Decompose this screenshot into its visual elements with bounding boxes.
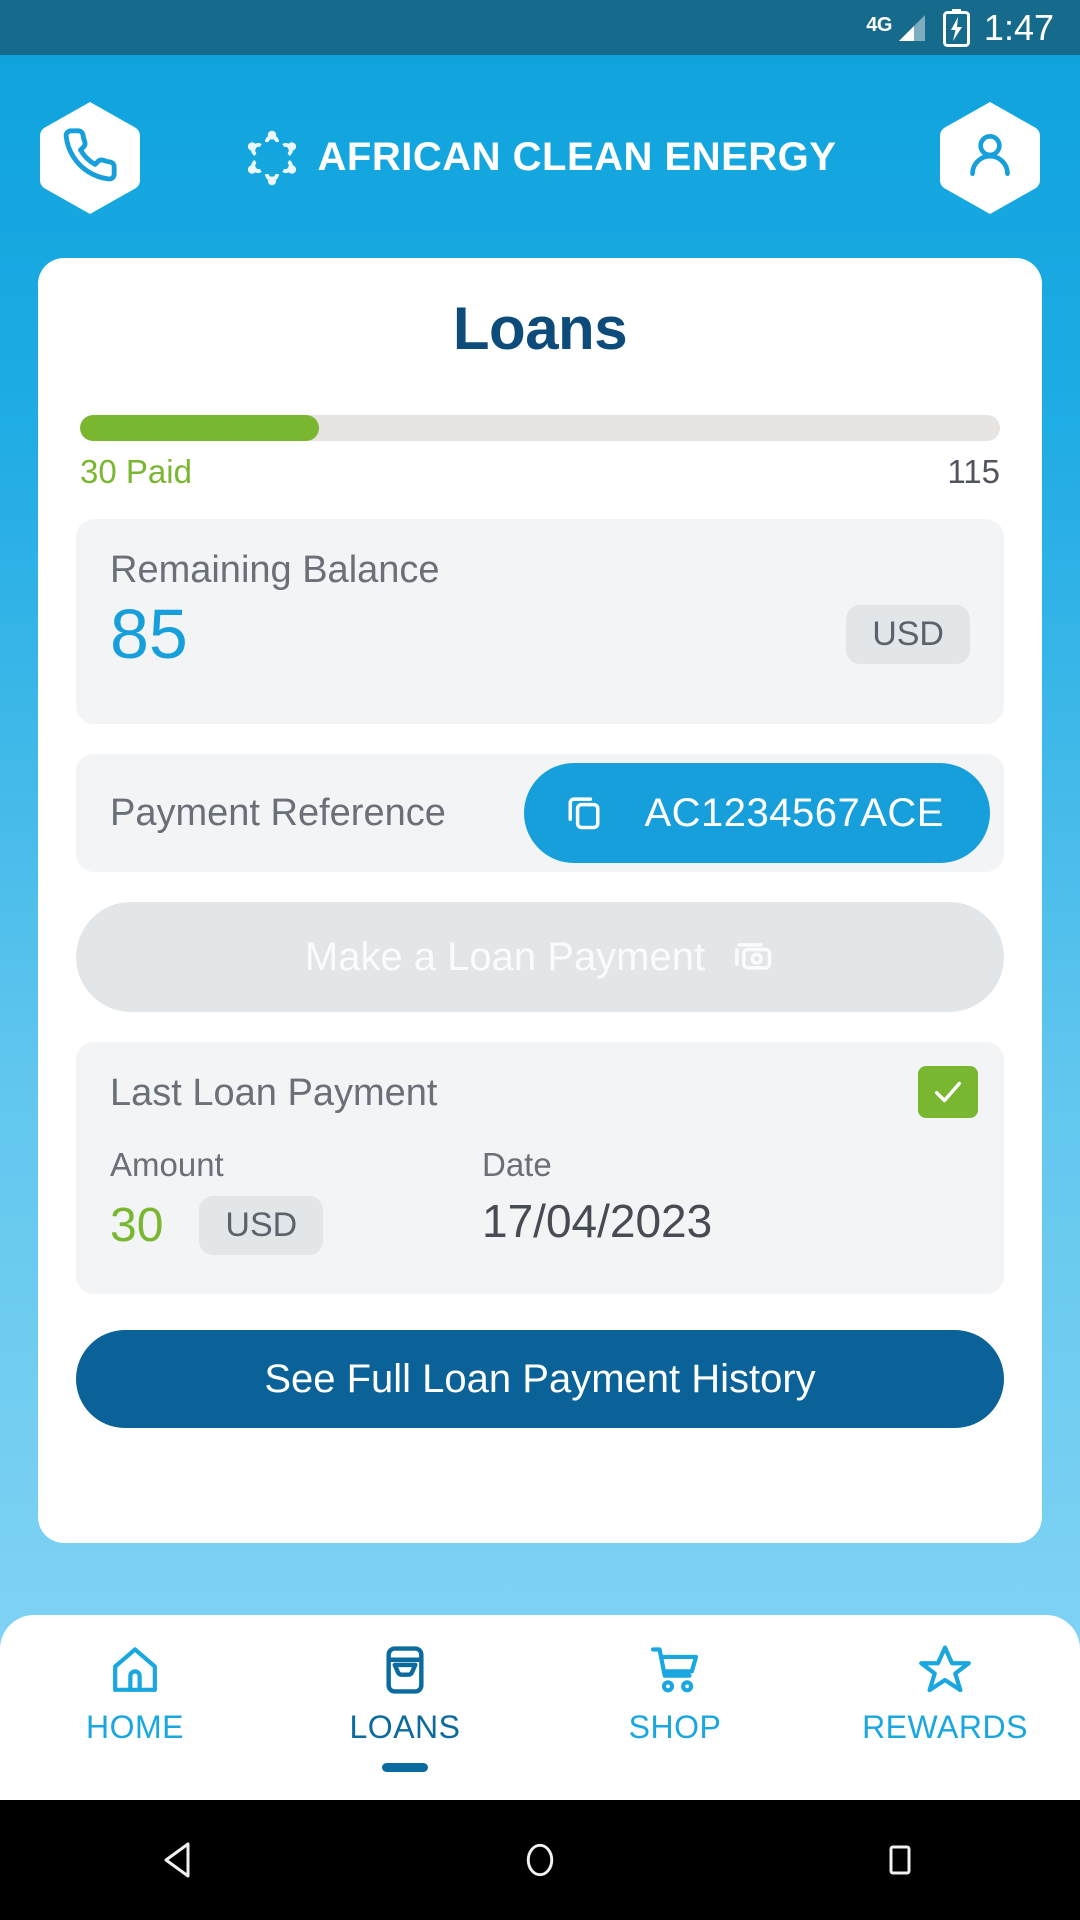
progress-track bbox=[80, 415, 1000, 441]
clock-label: 1:47 bbox=[983, 6, 1054, 48]
android-system-navigation bbox=[0, 1800, 1080, 1920]
nav-item-shop[interactable]: SHOP bbox=[540, 1639, 810, 1746]
date-label: Date bbox=[482, 1146, 552, 1183]
loans-card: Loans 30 Paid 115 Remaining Balance 85 U… bbox=[38, 258, 1042, 1543]
wallet-icon bbox=[377, 1639, 433, 1701]
see-full-loan-payment-history-label: See Full Loan Payment History bbox=[264, 1356, 816, 1401]
african-clean-energy-logo-icon bbox=[244, 130, 300, 186]
amount-currency-badge: USD bbox=[199, 1196, 324, 1255]
amount-column: Amount 30 USD bbox=[110, 1146, 482, 1255]
amount-row: 30 USD bbox=[110, 1196, 482, 1255]
payment-reference-label: Payment Reference bbox=[110, 791, 446, 834]
cart-icon bbox=[647, 1639, 703, 1701]
nav-item-home[interactable]: HOME bbox=[0, 1639, 270, 1746]
recents-square-icon[interactable] bbox=[840, 1800, 960, 1920]
check-icon bbox=[918, 1066, 978, 1118]
status-bar: 4G 1:47 bbox=[0, 0, 1080, 55]
see-full-loan-payment-history-button[interactable]: See Full Loan Payment History bbox=[76, 1330, 1004, 1428]
nav-label-shop: SHOP bbox=[628, 1709, 722, 1745]
home-circle-icon[interactable] bbox=[480, 1800, 600, 1920]
remaining-balance-panel: Remaining Balance 85 USD bbox=[76, 519, 1004, 724]
nav-label-loans: LOANS bbox=[349, 1709, 461, 1745]
page-title: Loans bbox=[452, 295, 628, 362]
profile-button[interactable] bbox=[938, 100, 1042, 216]
payment-reference-panel: Payment Reference AC1234567ACE bbox=[76, 754, 1004, 872]
remaining-balance-value: 85 bbox=[110, 595, 188, 673]
home-icon bbox=[107, 1639, 163, 1701]
network-status: 4G bbox=[866, 11, 929, 45]
bottom-navigation: HOME LOANS SHOP REWARDS bbox=[0, 1615, 1080, 1800]
progress-labels: 30 Paid 115 bbox=[80, 453, 1000, 491]
progress-total-label: 115 bbox=[947, 453, 1000, 490]
panels-container: Remaining Balance 85 USD Payment Referen… bbox=[76, 519, 1004, 1294]
call-support-button[interactable] bbox=[38, 100, 142, 216]
battery-charging-icon bbox=[942, 8, 970, 47]
nav-item-rewards[interactable]: REWARDS bbox=[810, 1639, 1080, 1746]
signal-bars-icon bbox=[895, 11, 929, 45]
nav-label-home: HOME bbox=[86, 1709, 184, 1745]
nav-label-rewards: REWARDS bbox=[862, 1709, 1028, 1745]
person-icon bbox=[962, 127, 1018, 188]
make-loan-payment-button[interactable]: Make a Loan Payment bbox=[76, 902, 1004, 1012]
banknote-icon bbox=[731, 933, 775, 982]
phone-screen: 4G 1:47 AFRICAN CLEAN ENERGY Loans 30 Pa… bbox=[0, 0, 1080, 1920]
network-type-label: 4G bbox=[866, 13, 892, 36]
copy-payment-reference-button[interactable]: AC1234567ACE bbox=[524, 763, 990, 863]
brand-logo: AFRICAN CLEAN ENERGY bbox=[244, 130, 837, 186]
loan-progress: 30 Paid 115 bbox=[80, 415, 1000, 491]
date-value: 17/04/2023 bbox=[482, 1195, 713, 1247]
star-icon bbox=[917, 1639, 973, 1701]
remaining-balance-currency-badge: USD bbox=[846, 605, 970, 664]
back-triangle-icon[interactable] bbox=[120, 1800, 240, 1920]
active-tab-indicator bbox=[382, 1763, 428, 1772]
date-column: Date 17/04/2023 bbox=[482, 1146, 712, 1255]
phone-icon bbox=[61, 126, 119, 189]
remaining-balance-label: Remaining Balance bbox=[110, 549, 440, 591]
brand-name-label: AFRICAN CLEAN ENERGY bbox=[317, 135, 837, 179]
last-loan-payment-title: Last Loan Payment bbox=[110, 1072, 438, 1114]
progress-fill bbox=[80, 415, 320, 441]
progress-paid-label: 30 Paid bbox=[80, 453, 192, 490]
last-loan-payment-panel: Last Loan Payment Amount 30 USD Date 17/… bbox=[76, 1042, 1004, 1294]
amount-label: Amount bbox=[110, 1146, 224, 1183]
remaining-balance-row: 85 USD bbox=[110, 596, 970, 673]
last-loan-payment-header: Last Loan Payment bbox=[110, 1066, 978, 1118]
amount-value: 30 bbox=[110, 1199, 164, 1252]
app-header: AFRICAN CLEAN ENERGY bbox=[0, 55, 1080, 260]
copy-icon bbox=[562, 789, 606, 838]
last-loan-payment-details: Amount 30 USD Date 17/04/2023 bbox=[110, 1146, 970, 1255]
nav-item-loans[interactable]: LOANS bbox=[270, 1639, 540, 1772]
payment-reference-code: AC1234567ACE bbox=[644, 790, 944, 835]
make-loan-payment-label: Make a Loan Payment bbox=[304, 934, 706, 979]
